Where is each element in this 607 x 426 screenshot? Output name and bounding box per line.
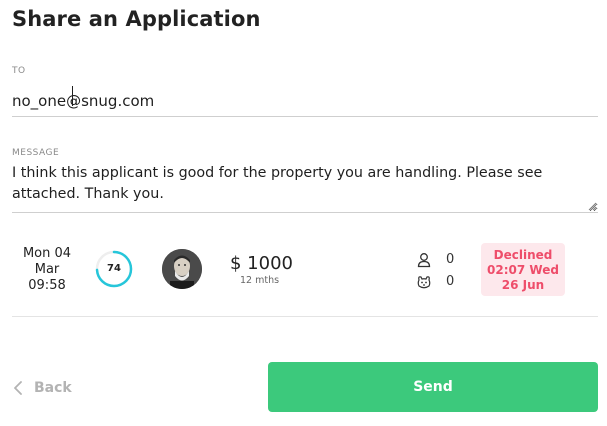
date-day: Mon 04: [22, 246, 72, 261]
send-button[interactable]: Send: [268, 362, 598, 412]
date-time: 09:58: [28, 278, 66, 293]
message-textarea[interactable]: I think this applicant is good for the p…: [12, 163, 598, 213]
status-time: 02:07 Wed: [487, 263, 559, 277]
lease-term: 12 mths: [240, 275, 280, 286]
chevron-left-icon: [14, 381, 22, 395]
application-date: Mon 04 Mar 09:58: [12, 246, 82, 294]
application-card[interactable]: Mon 04 Mar 09:58 74 $ 1000 12 mths 0 0 D…: [12, 232, 598, 317]
applicant-portrait-icon: [162, 249, 202, 289]
to-label: TO: [12, 66, 26, 76]
resize-grip-icon[interactable]: [587, 201, 597, 211]
rent-amount: $ 1000: [230, 253, 293, 274]
text-caret: [72, 86, 73, 106]
to-email-input[interactable]: [12, 85, 598, 117]
people-count: 0: [446, 252, 455, 267]
back-button[interactable]: Back: [12, 376, 72, 400]
date-month: Mar: [34, 262, 60, 277]
status-text: Declined: [493, 248, 553, 262]
status-badge: Declined 02:07 Wed 26 Jun: [481, 243, 565, 296]
dialog-title: Share an Application: [12, 7, 261, 31]
back-label: Back: [34, 380, 72, 396]
status-date: 26 Jun: [501, 278, 545, 292]
message-label: MESSAGE: [12, 148, 60, 158]
applicant-avatar: [162, 249, 202, 289]
pets-count: 0: [446, 274, 455, 289]
pet-icon: [417, 276, 431, 289]
person-icon: [417, 253, 431, 268]
score-value: 74: [107, 263, 121, 274]
